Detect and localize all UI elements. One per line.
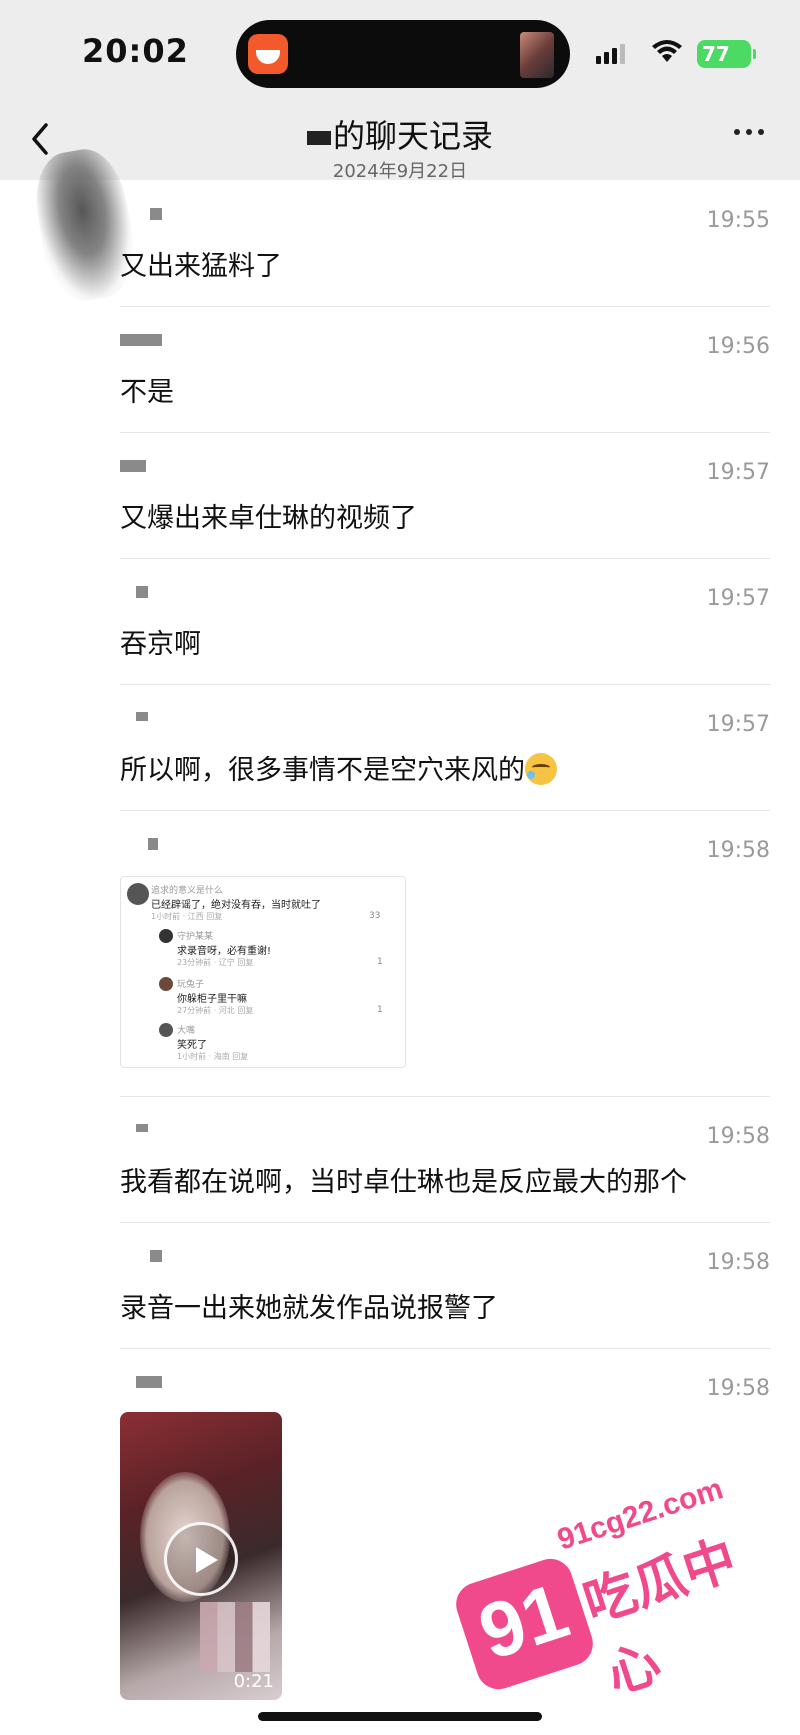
redacted-sender (150, 1250, 162, 1262)
comment-body: 求录音呀，必有重谢! (177, 946, 272, 957)
media-thumbnail-icon (520, 32, 554, 78)
divider (120, 684, 770, 685)
comment-author: 守护某某 (177, 932, 214, 942)
page-title: 的聊天记录 (0, 111, 800, 157)
redacted-sender (136, 1376, 162, 1388)
screenshot-comment: 守护某某 求录音呀，必有重谢! 23分钟前 · 辽宁 回复 1 (159, 929, 401, 968)
laughing-tears-emoji-icon (525, 753, 557, 785)
redacted-sender (120, 460, 146, 472)
message-time: 19:58 (706, 1124, 770, 1149)
comment-author: 追求的意义是什么 (151, 886, 224, 896)
comment-body: 笑死了 (177, 1040, 207, 1051)
like-count: 33 (369, 911, 381, 921)
screenshot-comment: 玩兔子 你躲柜子里干嘛 27分钟前 · 河北 回复 1 (159, 977, 401, 1016)
message-time: 19:58 (706, 838, 770, 863)
message-time: 19:58 (706, 1376, 770, 1401)
home-indicator[interactable] (258, 1712, 542, 1721)
mosaic-blur (200, 1602, 270, 1672)
message-time: 19:55 (706, 208, 770, 233)
watermark: 91 91cg22.com 吃瓜中心 (417, 1422, 800, 1717)
app-icon (248, 34, 288, 74)
dynamic-island[interactable] (236, 20, 570, 88)
avatar (159, 929, 173, 943)
comment-body: 已经辟谣了，绝对没有吞，当时就吐了 (151, 900, 321, 911)
message-item: 19:58 (120, 1376, 770, 1406)
message-text-body: 所以啊，很多事情不是空穴来风的 (120, 755, 525, 786)
comment-meta: 1小时前 · 海南 回复 (177, 1052, 249, 1061)
message-time: 19:57 (706, 712, 770, 737)
message-time: 19:57 (706, 460, 770, 485)
nav-bar: 的聊天记录 2024年9月22日 (0, 105, 800, 183)
more-icon[interactable] (734, 129, 764, 135)
wifi-icon (652, 40, 682, 62)
message-time: 19:58 (706, 1250, 770, 1275)
like-count: 1 (377, 1005, 383, 1015)
redacted-sender (136, 1124, 148, 1132)
redacted-name (306, 131, 331, 145)
screenshot-comment: 追求的意义是什么 已经辟谣了，绝对没有吞，当时就吐了 1小时前 · 江西 回复 … (127, 883, 401, 922)
play-icon[interactable] (164, 1522, 238, 1596)
comment-author: 大嘴 (177, 1026, 196, 1036)
message-time: 19:56 (706, 334, 770, 359)
status-time: 20:02 (82, 32, 189, 70)
divider (120, 432, 770, 433)
battery-indicator: 77 (697, 40, 756, 68)
redacted-sender (136, 586, 148, 598)
divider (120, 558, 770, 559)
avatar (127, 883, 149, 905)
redacted-sender (136, 712, 148, 721)
battery-level: 77 (702, 42, 730, 66)
divider (120, 810, 770, 811)
avatar (159, 1023, 173, 1037)
message-time: 19:57 (706, 586, 770, 611)
message-text: 我看都在说啊，当时卓仕琳也是反应最大的那个 (120, 1167, 687, 1198)
divider (120, 1348, 770, 1349)
video-duration: 0:21 (233, 1671, 274, 1692)
message-item: 19:58 (120, 838, 770, 868)
page-subtitle-date: 2024年9月22日 (332, 161, 468, 182)
redacted-sender (150, 208, 162, 220)
page-title-text: 的聊天记录 (332, 117, 493, 155)
like-count: 1 (377, 957, 383, 967)
cellular-signal-icon (596, 44, 625, 64)
redacted-sender (120, 334, 162, 346)
comment-screenshot-image[interactable]: 追求的意义是什么 已经辟谣了，绝对没有吞，当时就吐了 1小时前 · 江西 回复 … (120, 876, 406, 1068)
divider (120, 306, 770, 307)
message-text: 又爆出来卓仕琳的视频了 (120, 503, 417, 534)
video-thumbnail[interactable]: 0:21 (120, 1412, 282, 1700)
comment-meta: 1小时前 · 江西 回复 (151, 912, 223, 921)
message-text: 不是 (120, 377, 174, 408)
message-text: 又出来猛料了 (120, 251, 282, 282)
message-text: 吞京啊 (120, 629, 201, 660)
comment-body: 你躲柜子里干嘛 (177, 994, 247, 1005)
message-text: 所以啊，很多事情不是空穴来风的 (120, 748, 557, 787)
message-text: 录音一出来她就发作品说报警了 (120, 1293, 498, 1324)
comment-author: 玩兔子 (177, 980, 205, 990)
redacted-sender (148, 838, 158, 850)
divider (120, 1222, 770, 1223)
comment-meta: 27分钟前 · 河北 回复 (177, 1006, 254, 1015)
divider (120, 1096, 770, 1097)
avatar (159, 977, 173, 991)
screenshot-comment: 大嘴 笑死了 1小时前 · 海南 回复 (159, 1023, 401, 1062)
status-bar: 20:02 77 (0, 0, 800, 105)
nav-title-block: 的聊天记录 2024年9月22日 (0, 111, 800, 183)
comment-meta: 23分钟前 · 辽宁 回复 (177, 958, 254, 967)
